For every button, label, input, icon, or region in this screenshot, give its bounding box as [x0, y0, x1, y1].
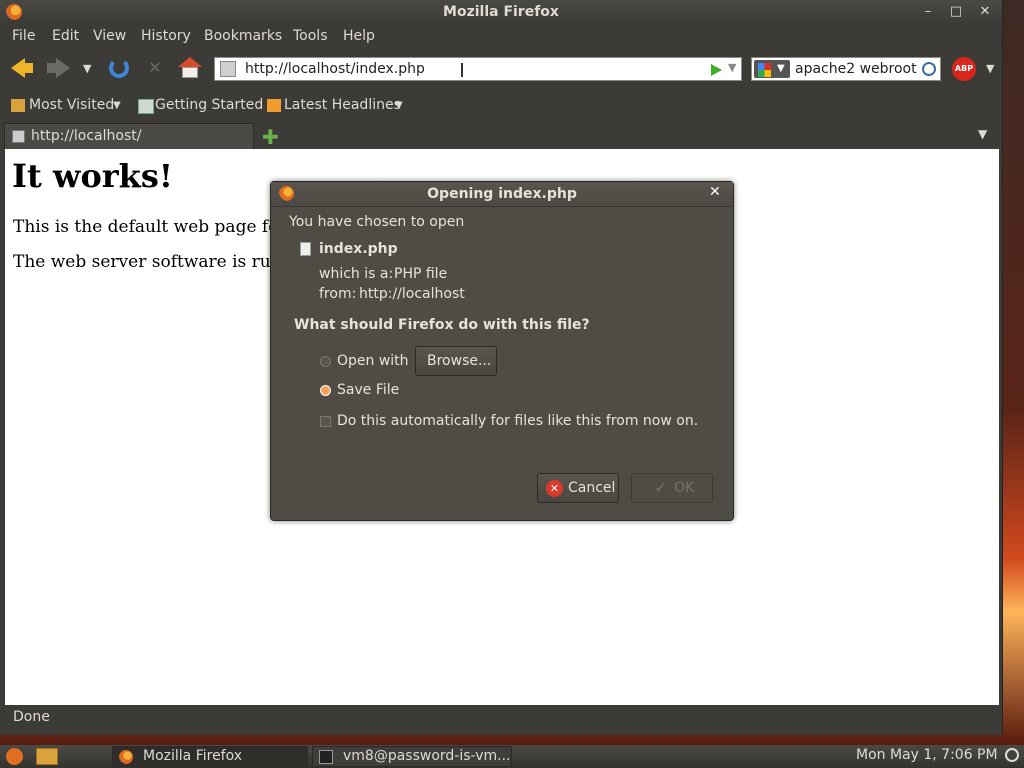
cancel-label: Cancel	[568, 480, 616, 496]
dialog-close-icon[interactable]: ✕	[709, 184, 721, 200]
dialog-from-value: http://localhost	[359, 286, 465, 302]
browse-label: Browse...	[427, 353, 492, 369]
title-bar: Mozilla Firefox – □ ✕	[0, 0, 1002, 25]
go-arrow-icon[interactable]	[711, 64, 722, 76]
url-dropdown-icon[interactable]: ▼	[728, 61, 736, 74]
text-cursor-icon	[461, 63, 463, 77]
menu-file[interactable]: File	[12, 28, 35, 44]
page-paragraph-1: This is the default web page for	[13, 217, 287, 237]
ok-button[interactable]: ✓ OK	[631, 473, 713, 503]
tab-favicon-icon	[12, 130, 25, 143]
stop-icon[interactable]: ✕	[146, 59, 164, 77]
dialog-intro: You have chosen to open	[289, 214, 465, 230]
tab-list-chevron-down-icon[interactable]: ▼	[978, 127, 987, 141]
close-button[interactable]: ✕	[976, 4, 994, 19]
minimize-button[interactable]: –	[919, 4, 937, 19]
taskbar-terminal[interactable]: vm8@password-is-vm...	[312, 746, 512, 767]
new-tab-plus-icon[interactable]: ✚	[262, 125, 279, 149]
taskbar-firefox-label: Mozilla Firefox	[143, 748, 243, 764]
history-dropdown-icon[interactable]: ▼	[83, 62, 91, 75]
home-icon[interactable]	[178, 57, 202, 79]
menu-tools[interactable]: Tools	[293, 28, 328, 44]
file-icon	[300, 242, 311, 256]
url-bar[interactable]: http://localhost/index.php ▼	[214, 57, 742, 81]
open-with-label[interactable]: Open with	[337, 353, 409, 369]
most-visited-dropdown-icon[interactable]: ▼	[113, 100, 121, 111]
dialog-type-value: PHP file	[394, 266, 448, 282]
dialog-from-label: from:	[319, 286, 357, 302]
clock[interactable]: Mon May 1, 7:06 PM	[856, 747, 998, 763]
bookmark-latest-headlines[interactable]: Latest Headlines	[284, 97, 401, 113]
dialog-title: Opening index.php	[427, 186, 577, 202]
opening-file-dialog: Opening index.php ✕ You have chosen to o…	[270, 181, 734, 521]
auto-label[interactable]: Do this automatically for files like thi…	[337, 413, 698, 429]
firefox-icon	[119, 750, 133, 764]
engine-dropdown-icon: ▼	[777, 63, 785, 74]
page-paragraph-2: The web server software is runn	[13, 252, 293, 272]
ubuntu-logo-icon[interactable]	[6, 748, 23, 765]
auto-checkbox[interactable]	[320, 416, 331, 427]
cancel-button[interactable]: ✕ Cancel	[537, 473, 619, 503]
forward-arrow-icon[interactable]	[56, 58, 70, 78]
maximize-button[interactable]: □	[947, 4, 965, 19]
desktop-background	[1002, 0, 1024, 745]
bottom-panel: Mozilla Firefox vm8@password-is-vm... Mo…	[0, 745, 1024, 768]
back-button[interactable]	[23, 63, 33, 73]
reload-icon[interactable]	[109, 58, 129, 78]
page-heading: It works!	[12, 157, 173, 195]
menu-view[interactable]: View	[93, 28, 126, 44]
dialog-question: What should Firefox do with this file?	[294, 317, 590, 333]
latest-headlines-dropdown-icon[interactable]: ▼	[395, 100, 403, 111]
adblock-plus-icon[interactable]: ABP	[952, 57, 976, 81]
bookmark-getting-started[interactable]: Getting Started	[155, 97, 263, 113]
status-bar: Done	[0, 705, 1002, 731]
bookmark-most-visited[interactable]: Most Visited	[29, 97, 114, 113]
dialog-type-label: which is a:	[319, 266, 394, 282]
status-text: Done	[13, 709, 50, 725]
page-icon	[138, 99, 154, 114]
cancel-icon: ✕	[546, 480, 563, 497]
tab-bar: http://localhost/	[0, 122, 1002, 149]
ok-label: OK	[674, 480, 695, 496]
folder-star-icon	[11, 99, 25, 112]
google-icon	[758, 63, 771, 77]
rss-icon	[267, 99, 281, 112]
search-engine-selector[interactable]: ▼	[754, 60, 790, 78]
terminal-icon	[319, 750, 333, 764]
url-input[interactable]: http://localhost/index.php	[245, 61, 425, 77]
tab-localhost[interactable]: http://localhost/	[4, 123, 254, 149]
site-favicon-icon	[220, 61, 236, 77]
search-box[interactable]: ▼ apache2 webroot	[751, 57, 941, 81]
show-desktop-icon[interactable]	[36, 748, 58, 765]
menu-bar: File Edit View History Bookmarks Tools H…	[0, 25, 1002, 47]
search-input[interactable]: apache2 webroot	[795, 61, 917, 77]
taskbar-terminal-label: vm8@password-is-vm...	[343, 748, 511, 764]
power-icon[interactable]	[1005, 748, 1019, 762]
menu-bookmarks[interactable]: Bookmarks	[204, 28, 282, 44]
menu-edit[interactable]: Edit	[52, 28, 79, 44]
bookmarks-toolbar: Most Visited ▼ Getting Started Latest He…	[0, 92, 1002, 118]
open-with-radio[interactable]	[320, 356, 331, 367]
dialog-title-bar: Opening index.php ✕	[271, 182, 733, 207]
window-title: Mozilla Firefox	[443, 4, 559, 20]
menu-history[interactable]: History	[141, 28, 191, 44]
checkmark-icon: ✓	[654, 478, 668, 497]
menu-help[interactable]: Help	[343, 28, 375, 44]
taskbar-firefox[interactable]: Mozilla Firefox	[112, 746, 308, 767]
browse-button[interactable]: Browse...	[415, 346, 497, 376]
save-file-radio[interactable]	[320, 385, 331, 396]
tab-label: http://localhost/	[31, 128, 142, 144]
search-icon[interactable]	[922, 62, 936, 76]
addon-dropdown-icon[interactable]: ▼	[986, 62, 994, 75]
dialog-filename: index.php	[319, 241, 398, 257]
save-file-label[interactable]: Save File	[337, 382, 399, 398]
